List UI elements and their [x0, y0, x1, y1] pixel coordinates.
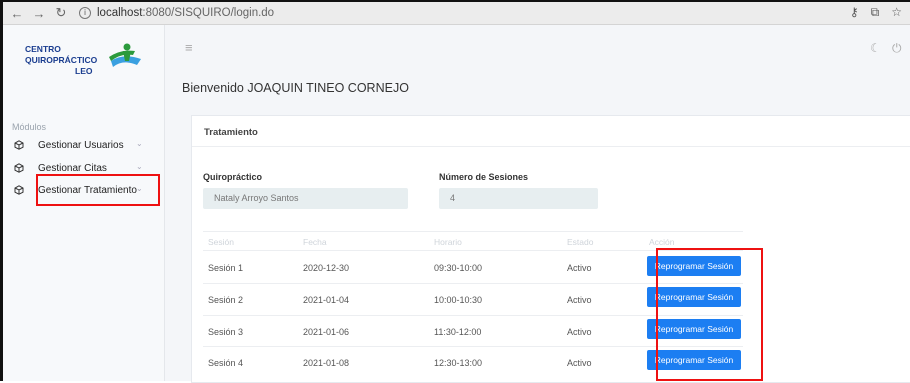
cell-status: Activo [567, 295, 592, 305]
chevron-down-icon: ⌄ [136, 162, 143, 171]
translate-icon[interactable]: ⧉ [871, 5, 880, 20]
cell-time: 10:00-10:30 [434, 295, 483, 305]
table-divider [203, 231, 743, 232]
address-host: localhost [97, 7, 143, 19]
power-icon[interactable]: ⏻ [892, 41, 902, 56]
highlight-box-treatment [36, 174, 160, 206]
reload-icon[interactable]: ↻ [53, 5, 69, 21]
column-header-status: Estado [567, 237, 594, 247]
column-header-date: Fecha [303, 237, 327, 247]
address-path: :8080/SISQUIRO/login.do [142, 7, 275, 19]
theme-toggle-icon[interactable]: ☾ [870, 41, 881, 55]
chiropractor-label: Quiropráctico [203, 172, 263, 182]
back-arrow-icon[interactable]: ← [9, 6, 25, 21]
clinic-logo: CENTRO QUIROPRÁCTICO LEO [25, 38, 145, 88]
sessions-count-label: Número de Sesiones [439, 172, 529, 182]
forward-arrow-icon[interactable]: → [31, 6, 47, 21]
sidebar-item-label: Gestionar Usuarios [38, 139, 124, 151]
chevron-down-icon: ⌄ [136, 139, 143, 148]
cell-time: 11:30-12:00 [434, 327, 482, 337]
cell-date: 2021-01-08 [303, 358, 350, 368]
column-header-time: Horario [434, 237, 462, 247]
sidebar-item-label: Gestionar Citas [38, 162, 107, 174]
column-header-session: Sesión [208, 237, 234, 247]
browser-toolbar: ← → ↻ i localhost:8080/SISQUIRO/login.do… [3, 2, 910, 25]
column-header-action: Acción [649, 237, 675, 247]
sidebar-item-users[interactable]: Gestionar Usuarios ⌄ [14, 137, 143, 153]
highlight-box-actions [656, 248, 763, 381]
star-icon[interactable]: ☆ [891, 5, 902, 20]
key-icon[interactable]: ⚷ [850, 5, 859, 20]
modules-section-label: Módulos [12, 122, 47, 132]
logo-line-3: LEO [75, 66, 93, 76]
cell-session: Sesión 3 [208, 327, 244, 337]
cell-session: Sesión 2 [208, 295, 244, 305]
cell-time: 09:30-10:00 [434, 263, 483, 273]
cell-date: 2021-01-06 [303, 327, 350, 337]
cell-session: Sesión 4 [208, 358, 244, 368]
cube-icon [14, 163, 24, 173]
cell-status: Activo [567, 263, 592, 273]
browser-actions: ⚷ ⧉ ☆ [850, 5, 902, 20]
card-header: Tratamiento [192, 116, 910, 147]
cube-icon [14, 185, 24, 195]
logo-line-2: QUIROPRÁCTICO [25, 55, 98, 65]
cell-time: 12:30-13:00 [434, 358, 483, 368]
cell-date: 2020-12-30 [303, 263, 350, 273]
chiropractor-field: Nataly Arroyo Santos [203, 188, 408, 209]
hamburger-menu-icon[interactable]: ≡ [185, 40, 193, 55]
welcome-message: Bienvenido JOAQUIN TINEO CORNEJO [182, 81, 409, 95]
chiropractor-figure-icon [109, 43, 141, 67]
cube-icon [14, 140, 24, 150]
logo-text: CENTRO QUIROPRÁCTICO LEO [25, 44, 97, 77]
sessions-count-field: 4 [439, 188, 598, 209]
card-title: Tratamiento [204, 127, 258, 138]
address-text: localhost:8080/SISQUIRO/login.do [97, 7, 274, 19]
cell-status: Activo [567, 358, 592, 368]
info-icon[interactable]: i [79, 7, 91, 19]
treatment-card: Tratamiento [191, 115, 910, 383]
logo-line-1: CENTRO [25, 44, 61, 54]
cell-session: Sesión 1 [208, 263, 244, 273]
address-bar[interactable]: i localhost:8080/SISQUIRO/login.do [79, 7, 274, 19]
cell-date: 2021-01-04 [303, 295, 350, 305]
cell-status: Activo [567, 327, 592, 337]
